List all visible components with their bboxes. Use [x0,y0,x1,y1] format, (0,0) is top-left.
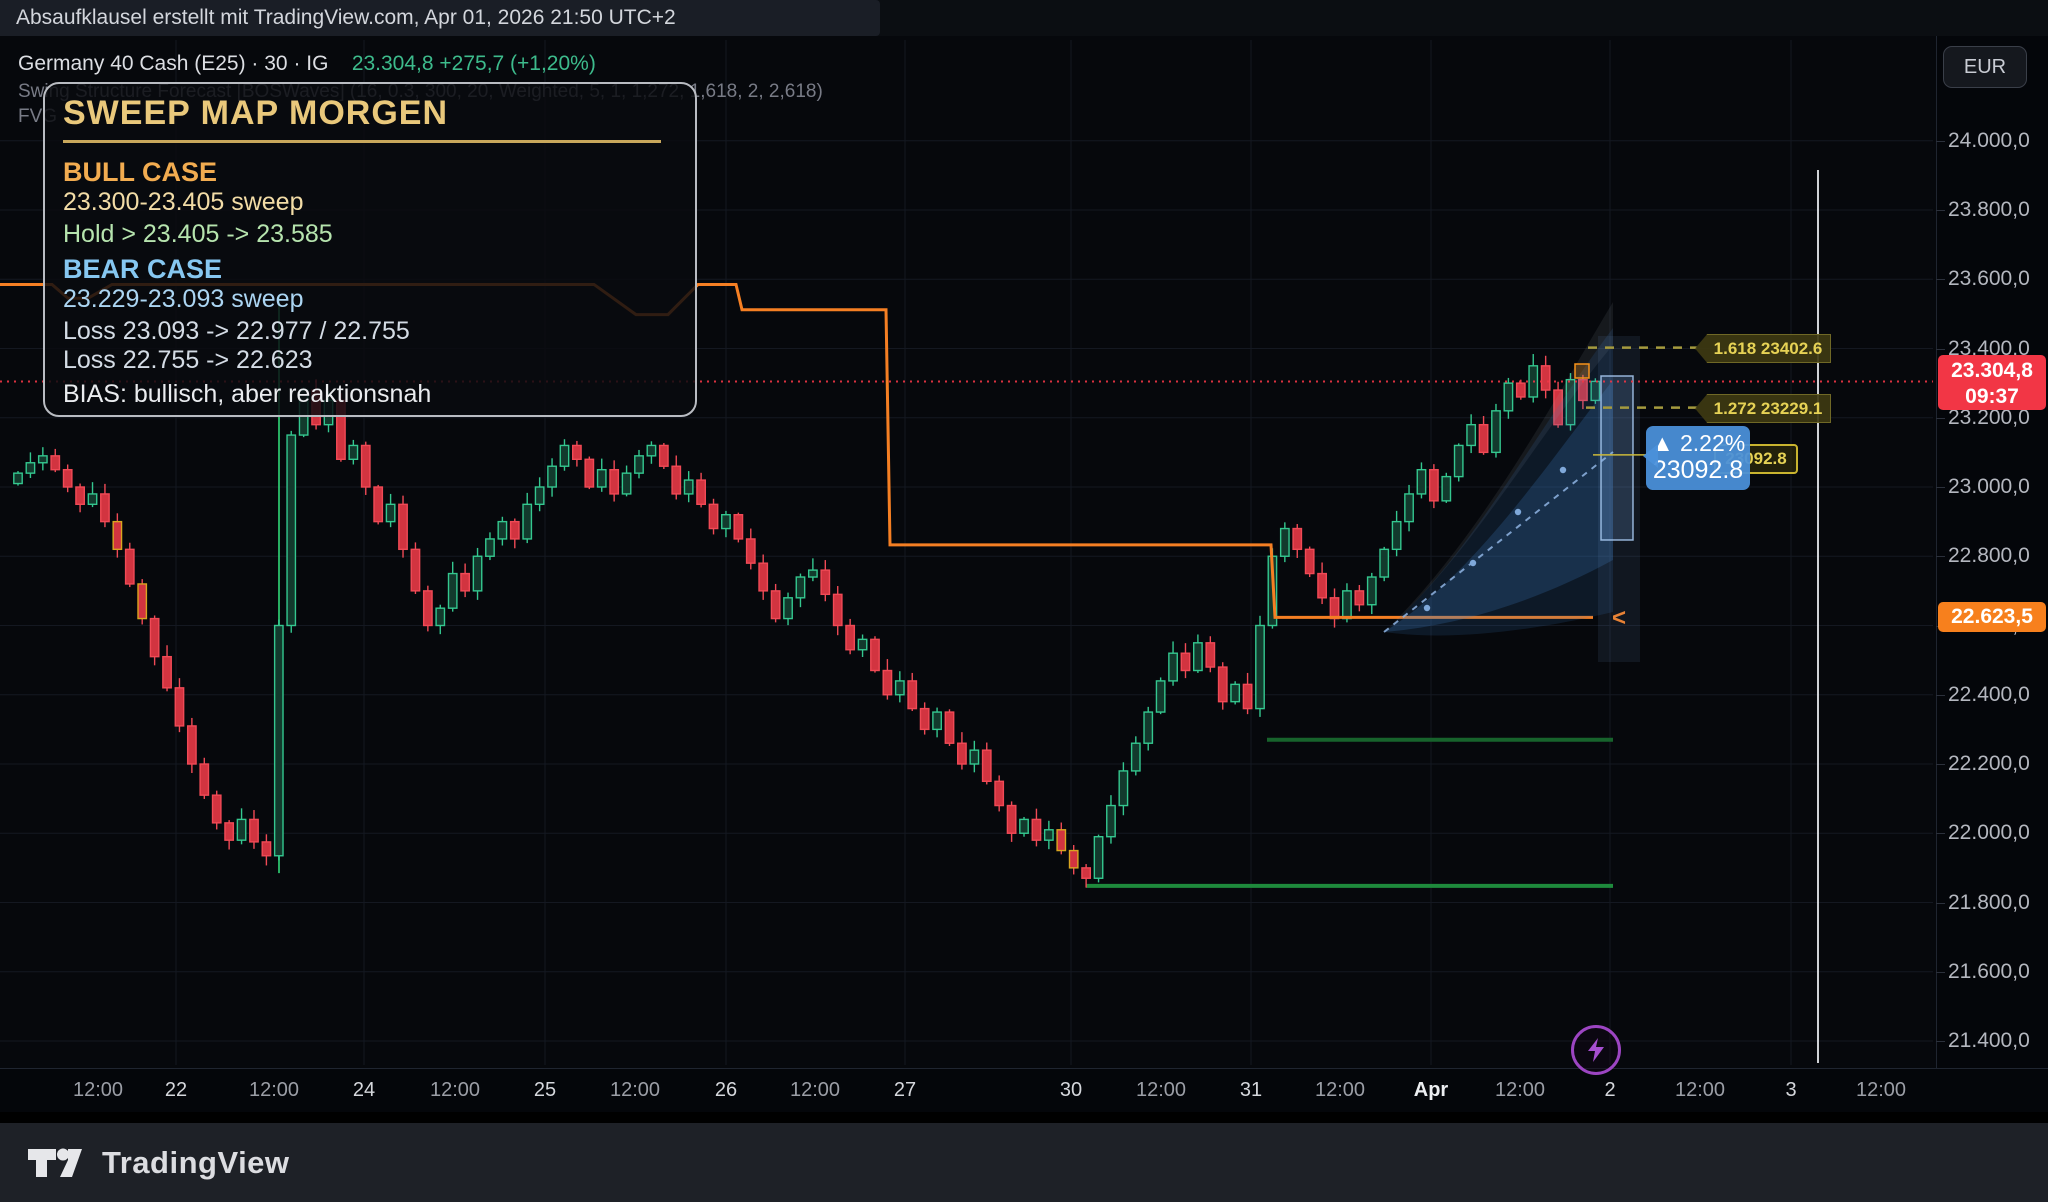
sweep-map-panel[interactable]: SWEEP MAP MORGEN BULL CASE 23.300-23.405… [43,82,697,417]
price-axis-tick [1936,487,1945,488]
time-axis-label: 12:00 [1136,1079,1186,1102]
bear-sweep-range: 23.229-23.093 sweep [63,285,303,314]
time-axis-label: 22 [165,1079,187,1102]
export-attribution-text: Absaufklausel erstellt mit TradingView.c… [16,6,676,30]
price-axis-tick [1936,279,1945,280]
price-axis-label: 21.400,0 [1948,1029,2030,1053]
currency-button[interactable]: EUR [1943,46,2027,88]
time-axis-label: 30 [1060,1079,1082,1102]
fib-1272-label[interactable]: 1.272 23229.1 [1695,394,1831,423]
tradingview-mark-icon [26,1145,88,1181]
top-bar: Absaufklausel erstellt mit TradingView.c… [0,0,2048,36]
time-axis-label: 31 [1240,1079,1262,1102]
forecast-price: 23092.8 [1646,456,1750,485]
flash-icon[interactable] [1571,1025,1621,1075]
price-axis-label: 22.800,0 [1948,544,2030,568]
last-price-label: 23.304,8 09:37 [1938,355,2046,410]
symbol-values: 23.304,8 +275,7 (+1,20%) [352,52,596,75]
price-axis-tick [1936,141,1945,142]
bull-hold-target: Hold > 23.405 -> 23.585 [63,220,333,249]
price-axis-tick [1936,418,1945,419]
time-axis-label: 12:00 [1675,1079,1725,1102]
time-axis-label: 24 [353,1079,375,1102]
price-axis-tick [1936,1041,1945,1042]
lightning-bolt-icon [1585,1037,1607,1063]
symbol-title: Germany 40 Cash (E25) · 30 · IG [18,52,328,75]
bottom-gap [0,1112,2048,1123]
footer-bar: TradingView [0,1123,2048,1202]
tradingview-logo[interactable]: TradingView [26,1145,290,1181]
price-axis-tick [1936,210,1945,211]
price-axis-label: 22.000,0 [1948,821,2030,845]
forecast-callout[interactable]: ▲ 2.22% 23092.8 [1646,426,1750,490]
bear-loss-target-1: Loss 23.093 -> 22.977 / 22.755 [63,317,410,346]
time-axis-label: 12:00 [249,1079,299,1102]
price-axis-label: 24.000,0 [1948,129,2030,153]
time-axis[interactable] [0,1068,2048,1113]
time-axis-label: 12:00 [1856,1079,1906,1102]
price-axis-label: 23.800,0 [1948,198,2030,222]
poc-price-label: 22.623,5 [1938,602,2046,632]
tradingview-wordmark: TradingView [102,1145,290,1181]
price-axis-label: 23.600,0 [1948,267,2030,291]
time-axis-label: 12:00 [1495,1079,1545,1102]
time-axis-label: 12:00 [790,1079,840,1102]
price-axis-tick [1936,349,1945,350]
time-axis-label: 25 [534,1079,556,1102]
price-axis-tick [1936,695,1945,696]
bar-countdown: 09:37 [1938,384,2046,409]
price-axis-label: 22.400,0 [1948,683,2030,707]
time-axis-label: 2 [1604,1079,1615,1102]
price-axis-tick [1936,556,1945,557]
price-axis-tick [1936,833,1945,834]
panel-title: SWEEP MAP MORGEN [63,94,448,133]
price-axis-label: 22.200,0 [1948,752,2030,776]
price-axis-label: 21.800,0 [1948,891,2030,915]
time-axis-label: 12:00 [430,1079,480,1102]
bull-sweep-range: 23.300-23.405 sweep [63,188,303,217]
bull-case-header: BULL CASE [63,157,217,188]
bear-case-header: BEAR CASE [63,254,222,285]
time-axis-label: 12:00 [73,1079,123,1102]
profile-anchor-line [1817,170,1819,1063]
forecast-percent: ▲ 2.22% [1646,430,1750,456]
price-axis-tick [1936,972,1945,973]
symbol-legend[interactable]: Germany 40 Cash (E25) · 30 · IG 23.304,8… [18,52,596,76]
price-axis-tick [1936,903,1945,904]
time-axis-label: Apr [1414,1079,1448,1102]
price-axis-label: 21.600,0 [1948,960,2030,984]
price-axis-tick [1936,764,1945,765]
time-axis-label: 26 [715,1079,737,1102]
time-axis-label: 12:00 [610,1079,660,1102]
time-axis-label: 12:00 [1315,1079,1365,1102]
time-axis-label: 3 [1785,1079,1796,1102]
bias-line: BIAS: bullisch, aber reaktionsnah [63,380,431,409]
panel-divider [63,140,661,143]
fib-1618-label[interactable]: 1.618 23402.6 [1695,334,1831,363]
bear-loss-target-2: Loss 22.755 -> 22.623 [63,346,313,375]
price-axis-label: 23.000,0 [1948,475,2030,499]
time-axis-label: 27 [894,1079,916,1102]
last-price: 23.304,8 [1938,358,2046,383]
